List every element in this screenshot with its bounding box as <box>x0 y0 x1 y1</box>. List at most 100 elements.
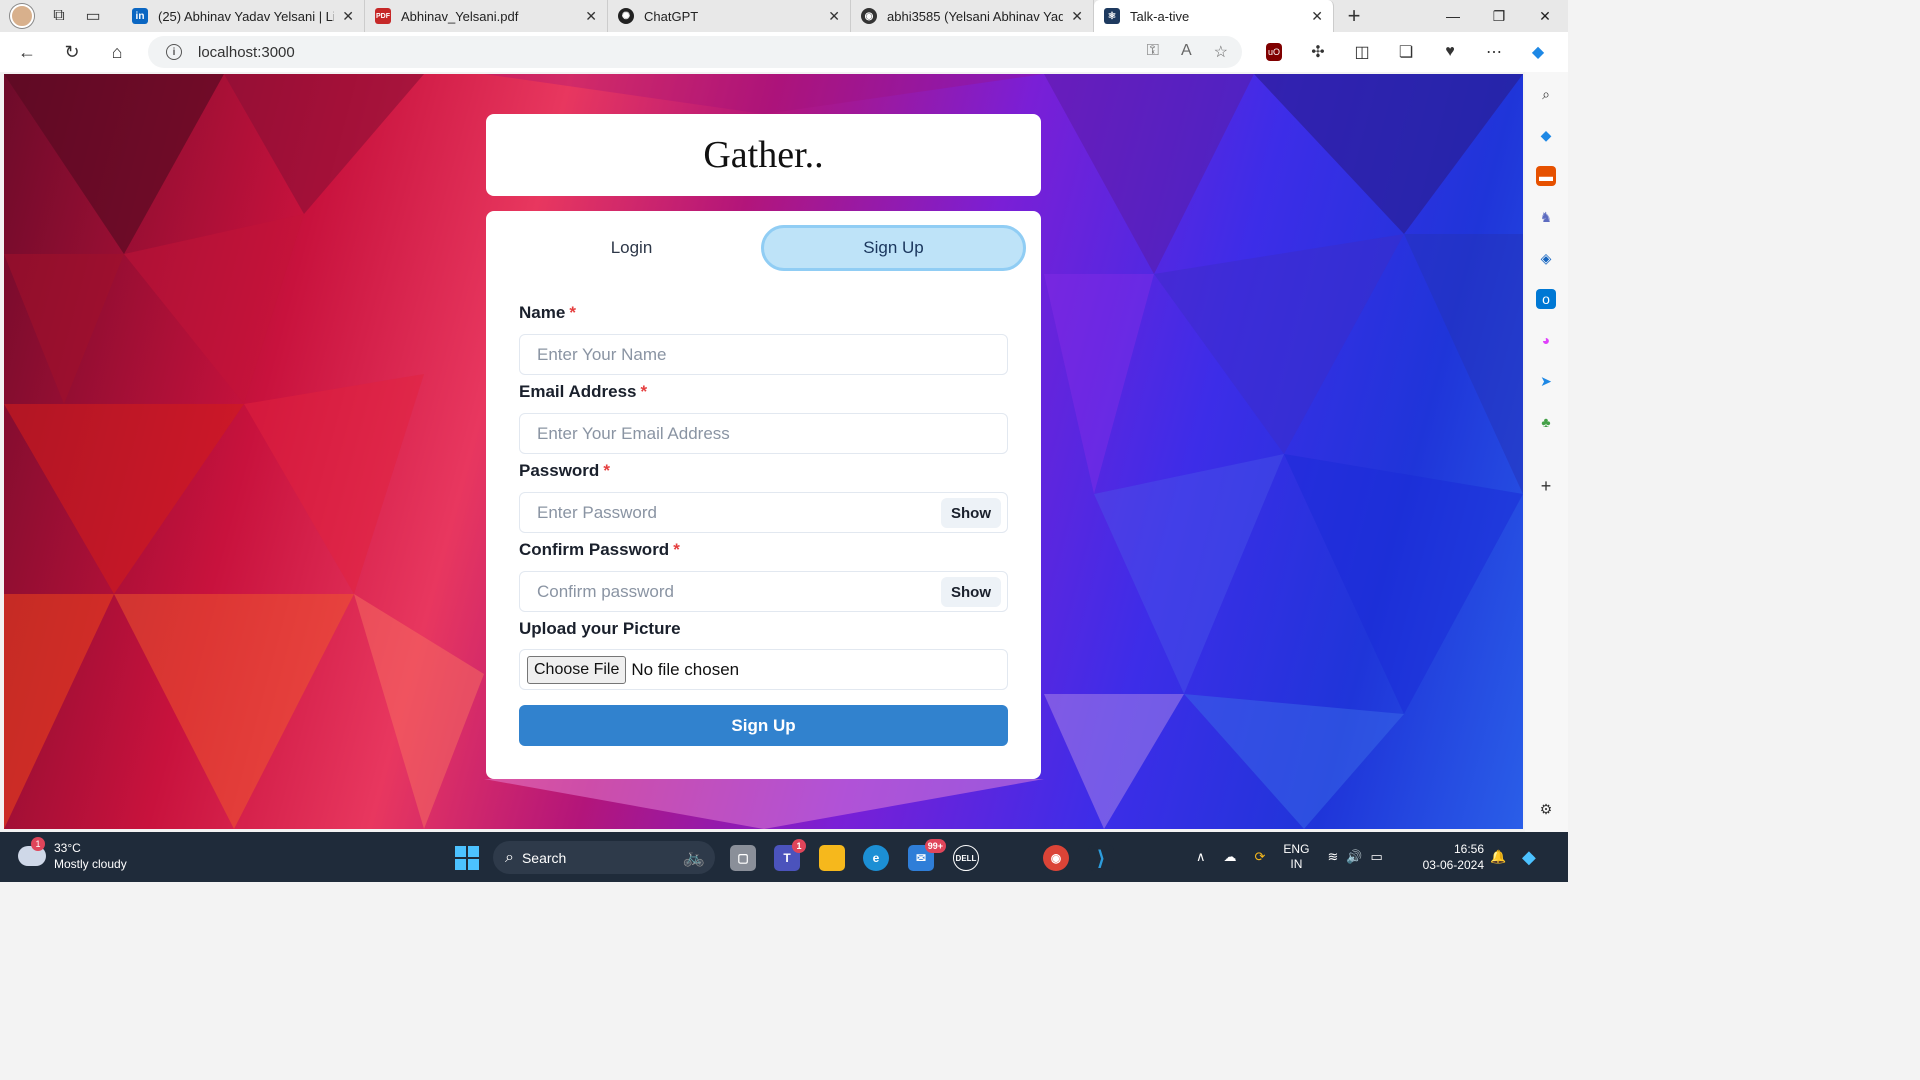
react-icon: ⚛ <box>1104 8 1120 24</box>
clock[interactable]: 16:56 03-06-2024 <box>1423 841 1484 873</box>
toolbar-extensions: uO ✣ ◫ ❏ ♥ ⋯ ◆ <box>1258 36 1554 68</box>
system-tray: ∧ ☁ ⟳ ENG IN ≋ 🔊 ▭ <box>1196 832 1383 882</box>
wifi-icon[interactable]: ≋ <box>1327 849 1338 865</box>
favorite-star-icon[interactable]: ☆ <box>1214 42 1228 62</box>
new-tab-button[interactable]: + <box>1334 3 1374 29</box>
key-icon[interactable]: ⚿ <box>1147 42 1159 62</box>
password-placeholder: Enter Password <box>537 502 657 522</box>
onedrive-icon[interactable]: ☁ <box>1224 849 1237 865</box>
battery-icon[interactable]: ▭ <box>1371 849 1383 865</box>
add-sidebar-app-icon[interactable]: + <box>1536 476 1556 496</box>
read-aloud-icon[interactable]: A <box>1181 42 1192 62</box>
start-windows-icon[interactable] <box>455 846 479 870</box>
required-mark: * <box>569 303 576 322</box>
address-bar[interactable]: i localhost:3000 ⚿ A ☆ <box>148 36 1242 68</box>
collections-icon[interactable]: ❏ <box>1390 36 1422 68</box>
tab-title: (25) Abhinav Yadav Yelsani | Link <box>158 8 335 24</box>
refresh-icon[interactable]: ↻ <box>54 36 90 68</box>
workspaces-icon[interactable]: ⧉ <box>44 2 74 30</box>
password-input[interactable]: Enter Password Show <box>519 492 1008 533</box>
task-view-icon[interactable]: ▢ <box>730 845 756 871</box>
notification-bell-icon[interactable]: 🔔 <box>1490 832 1506 882</box>
browser-tab-linkedin[interactable]: in (25) Abhinav Yadav Yelsani | Link ✕ <box>122 0 365 32</box>
linkedin-icon: in <box>132 8 148 24</box>
volume-icon[interactable]: 🔊 <box>1346 849 1362 865</box>
tab-login[interactable]: Login <box>502 225 761 271</box>
confirm-placeholder: Confirm password <box>537 581 674 601</box>
weather-widget[interactable]: 1 33°C Mostly cloudy <box>18 837 127 872</box>
close-tab-icon[interactable]: ✕ <box>342 8 354 25</box>
site-info-icon[interactable]: i <box>166 44 182 60</box>
close-tab-icon[interactable]: ✕ <box>1071 8 1083 25</box>
confirm-label-text: Confirm Password <box>519 540 670 559</box>
signup-submit-button[interactable]: Sign Up <box>519 705 1008 746</box>
ublock-icon[interactable]: uO <box>1266 43 1282 61</box>
weather-temp: 33°C <box>54 841 81 855</box>
confirm-password-input[interactable]: Confirm password Show <box>519 571 1008 612</box>
tools-icon[interactable]: ▬ <box>1536 166 1556 186</box>
close-tab-icon[interactable]: ✕ <box>1311 8 1323 25</box>
more-options-icon[interactable]: ⋯ <box>1478 36 1510 68</box>
vscode-icon[interactable]: ⟩ <box>1088 845 1114 871</box>
games-icon[interactable]: ♞ <box>1536 207 1556 227</box>
copilot-icon[interactable]: ◆ <box>1522 36 1554 68</box>
windows-taskbar: 1 33°C Mostly cloudy ⌕ Search 🚲 ▢ T 1 e … <box>0 832 1568 882</box>
name-input[interactable]: Enter Your Name <box>519 334 1008 375</box>
split-screen-icon[interactable]: ◫ <box>1346 36 1378 68</box>
dell-icon[interactable]: DELL <box>953 845 979 871</box>
extensions-icon[interactable]: ✣ <box>1302 36 1334 68</box>
performance-icon[interactable]: ♥ <box>1434 36 1466 68</box>
tree-icon[interactable]: ♣ <box>1536 412 1556 432</box>
minimize-icon[interactable]: — <box>1430 0 1476 32</box>
page-viewport: Gather.. Login Sign Up Name * Enter Your … <box>4 74 1523 829</box>
browser-tab-strip: ⧉ ▭ in (25) Abhinav Yadav Yelsani | Link… <box>0 0 1568 32</box>
settings-gear-icon[interactable]: ⚙ <box>1536 799 1556 819</box>
shopping-tag-icon[interactable]: ◆ <box>1536 125 1556 145</box>
brand-title: Gather.. <box>703 134 824 176</box>
chrome-icon[interactable]: ◉ <box>1043 845 1069 871</box>
tray-overflow-icon[interactable]: ∧ <box>1196 849 1206 865</box>
password-label: Password * <box>519 461 610 481</box>
browser-tab-chatgpt[interactable]: ✺ ChatGPT ✕ <box>608 0 851 32</box>
browser-tab-github[interactable]: ◉ abhi3585 (Yelsani Abhinav Yadav ✕ <box>851 0 1094 32</box>
taskbar-search[interactable]: ⌕ Search 🚲 <box>493 841 715 874</box>
close-tab-icon[interactable]: ✕ <box>585 8 597 25</box>
microsoft365-icon[interactable]: ◈ <box>1536 248 1556 268</box>
tab-title: abhi3585 (Yelsani Abhinav Yadav <box>887 8 1064 24</box>
tab-title: Talk-a-tive <box>1130 8 1190 24</box>
confirm-password-show-button[interactable]: Show <box>941 577 1001 607</box>
browser-tab-pdf[interactable]: PDF Abhinav_Yelsani.pdf ✕ <box>365 0 608 32</box>
mail-badge: 99+ <box>924 839 946 853</box>
file-status: No file chosen <box>631 659 740 679</box>
edge-browser-icon[interactable]: e <box>863 845 889 871</box>
home-icon[interactable]: ⌂ <box>99 36 135 68</box>
outlook-icon[interactable]: o <box>1536 289 1556 309</box>
sync-icon[interactable]: ⟳ <box>1255 849 1266 865</box>
email-input[interactable]: Enter Your Email Address <box>519 413 1008 454</box>
close-tab-icon[interactable]: ✕ <box>828 8 840 25</box>
tab-title: Abhinav_Yelsani.pdf <box>401 8 519 24</box>
teams-icon[interactable]: T 1 <box>774 839 806 871</box>
email-label-text: Email Address <box>519 382 637 401</box>
copilot-taskbar-icon[interactable]: ◆ <box>1522 832 1536 882</box>
edge-sidebar: ⌕ ◆ ▬ ♞ ◈ o ◕ ➤ ♣ + ⚙ <box>1525 72 1568 832</box>
picture-file-input[interactable]: Choose File No file chosen <box>519 649 1008 690</box>
close-window-icon[interactable]: ✕ <box>1522 0 1568 32</box>
restore-icon[interactable]: ❐ <box>1476 0 1522 32</box>
search-icon[interactable]: ⌕ <box>1536 84 1556 104</box>
profile-avatar[interactable] <box>10 4 34 28</box>
choose-file-button[interactable]: Choose File <box>527 655 627 684</box>
send-icon[interactable]: ➤ <box>1536 371 1556 391</box>
clock-time: 16:56 <box>1453 842 1484 856</box>
file-explorer-icon[interactable] <box>819 845 845 871</box>
browser-tab-talkative[interactable]: ⚛ Talk-a-tive ✕ <box>1094 0 1334 32</box>
password-label-text: Password <box>519 461 600 480</box>
tab-signup[interactable]: Sign Up <box>761 225 1026 271</box>
back-icon[interactable]: ← <box>9 36 45 68</box>
url-text[interactable]: localhost:3000 <box>198 44 295 61</box>
tab-actions-icon[interactable]: ▭ <box>78 2 108 30</box>
designer-icon[interactable]: ◕ <box>1536 330 1556 350</box>
mail-icon[interactable]: ✉ 99+ <box>908 839 946 871</box>
password-show-button[interactable]: Show <box>941 498 1001 528</box>
language-indicator[interactable]: ENG IN <box>1283 842 1309 872</box>
